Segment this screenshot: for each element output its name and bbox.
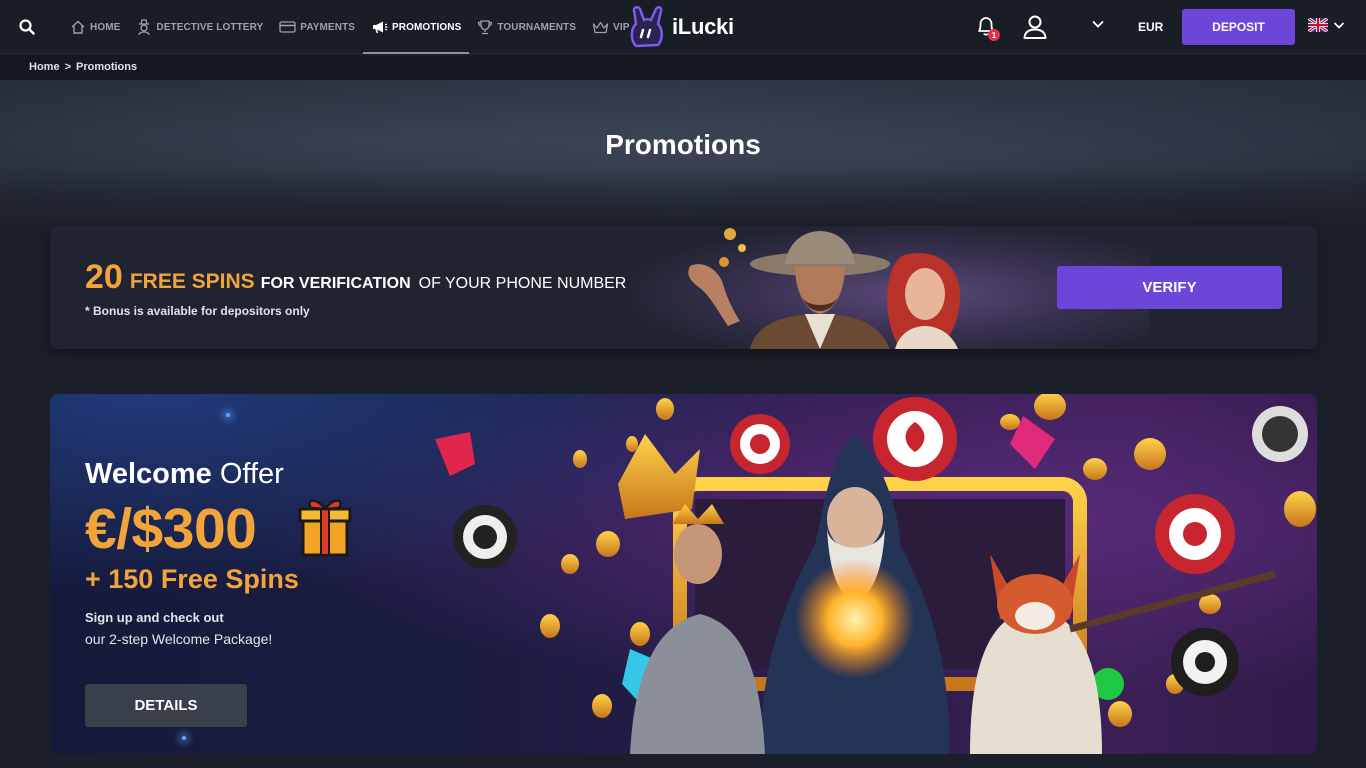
welcome-description-line1: Sign up and check out (85, 610, 224, 625)
breadcrumb-bar: Home > Promotions (0, 55, 1366, 80)
nav-promotions-label: PROMOTIONS (392, 21, 462, 33)
bunny-logo-icon (630, 6, 663, 48)
deposit-button[interactable]: DEPOSIT (1182, 9, 1295, 45)
chevron-down-icon (1092, 20, 1104, 28)
verify-button[interactable]: VERIFY (1057, 266, 1282, 309)
notifications-button[interactable]: 1 (975, 15, 1000, 41)
chevron-down-icon (1333, 22, 1345, 29)
welcome-offer-amount: €/$300 (85, 497, 257, 561)
search-button[interactable] (14, 14, 40, 40)
nav-promotions[interactable]: PROMOTIONS (363, 0, 470, 54)
free-spins-label: FREE SPINS (129, 270, 255, 293)
verification-note: * Bonus is available for depositors only (85, 304, 310, 318)
welcome-offer-illustration (430, 394, 1317, 754)
user-account-button[interactable] (1021, 13, 1049, 41)
welcome-title-bold: Welcome (85, 458, 212, 490)
nav-payments-label: PAYMENTS (300, 21, 355, 33)
ilucki-logo[interactable]: iLucki (628, 6, 734, 48)
currency-selector[interactable]: EUR (1138, 20, 1163, 34)
top-header: HOME DETECTIVE LOTTERY PAYMENTS PROMOTIO… (0, 0, 1366, 54)
logo-text: iLucki (672, 14, 734, 39)
nav-vip-label: VIP (613, 21, 630, 33)
welcome-offer-card: Welcome Offer €/$300 + 150 Free Spins Si… (50, 394, 1317, 754)
breadcrumb: Home > Promotions (29, 61, 137, 73)
megaphone-icon (373, 21, 388, 34)
account-dropdown-button[interactable] (1090, 16, 1110, 36)
nav-tournaments-label: TOURNAMENTS (497, 21, 577, 33)
user-icon (1023, 15, 1047, 39)
nav-detective-lottery-label: DETECTIVE LOTTERY (156, 21, 264, 33)
gift-icon (297, 495, 353, 562)
breadcrumb-current: Promotions (76, 61, 138, 73)
nav-payments[interactable]: PAYMENTS (271, 0, 363, 54)
verification-promo-card: 20 FREE SPINS FOR VERIFICATION OF YOUR P… (50, 226, 1317, 349)
welcome-title-rest: Offer (219, 458, 284, 490)
uk-flag-icon (1308, 18, 1328, 32)
language-selector[interactable] (1308, 18, 1346, 32)
card-icon (279, 21, 296, 33)
sparkle-decoration (182, 736, 186, 740)
free-spins-count: 20 (85, 258, 123, 296)
detective-icon (138, 19, 151, 36)
nav-home[interactable]: HOME (62, 0, 128, 54)
phone-number-label: OF YOUR PHONE NUMBER (418, 275, 627, 292)
breadcrumb-separator: > (64, 61, 71, 73)
nav-detective-lottery[interactable]: DETECTIVE LOTTERY (128, 0, 271, 54)
welcome-offer-title: Welcome Offer (85, 458, 284, 491)
details-button[interactable]: DETAILS (85, 684, 247, 727)
page-title: Promotions (605, 129, 761, 160)
welcome-description-line2: our 2-step Welcome Package! (85, 631, 273, 647)
verification-promo-heading: 20 FREE SPINS FOR VERIFICATION OF YOUR P… (85, 258, 626, 297)
search-icon (19, 19, 35, 35)
nav-home-label: HOME (90, 21, 121, 33)
crown-icon (592, 21, 609, 33)
notification-count-badge: 1 (988, 29, 1000, 41)
for-verification-label: FOR VERIFICATION (260, 275, 411, 292)
welcome-free-spins: + 150 Free Spins (85, 564, 299, 594)
trophy-icon (478, 20, 493, 35)
breadcrumb-home-link[interactable]: Home (29, 61, 60, 73)
home-icon (71, 20, 85, 34)
main-nav: HOME DETECTIVE LOTTERY PAYMENTS PROMOTIO… (62, 0, 637, 54)
nav-tournaments[interactable]: TOURNAMENTS (469, 0, 584, 54)
sparkle-decoration (226, 413, 230, 417)
